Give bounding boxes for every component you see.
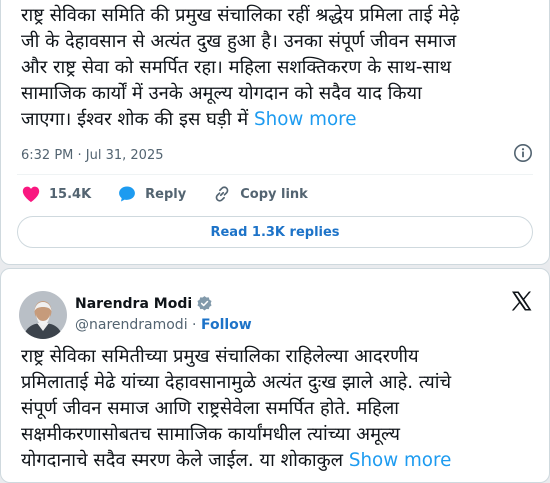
x-logo-icon[interactable] (509, 289, 533, 313)
separator-dot: · (192, 317, 197, 333)
tweet-text-line: प्रमिलाताई मेढे यांच्या देहावसानामुळे अत… (21, 372, 452, 393)
tweet-text-line: राष्ट्र सेविका समितीच्या प्रमुख संचालिका… (21, 346, 419, 367)
reply-button[interactable]: Reply (117, 184, 186, 204)
like-count: 15.4K (49, 186, 92, 202)
tweet-text-line: जी के देहावसान से अत्यंत दुख हुआ है। उनक… (21, 31, 457, 52)
reply-bubble-icon (119, 186, 136, 202)
author-name[interactable]: Narendra Modi (75, 295, 213, 312)
divider (17, 174, 533, 175)
show-more-link[interactable]: Show more (349, 450, 452, 471)
author-handle[interactable]: @narendramodi (75, 317, 188, 333)
tweet-card: राष्ट्र सेविका समिति की प्रमुख संचालिका … (0, 0, 550, 265)
show-more-link[interactable]: Show more (254, 109, 357, 130)
tweet-actions: 15.4K Reply Copy link (21, 183, 334, 205)
copy-link-label: Copy link (240, 186, 308, 202)
tweet-card: Narendra Modi @narendramodi · Follow राष… (0, 268, 550, 483)
tweet-text-line: और राष्ट्र सेवा को समर्पित रहा। महिला सश… (21, 57, 452, 78)
tweet-text-line: राष्ट्र सेविका समिति की प्रमुख संचालिका … (21, 5, 460, 26)
like-button[interactable]: 15.4K (21, 185, 91, 203)
tweet-text-line: सक्षमीकरणासोबतच सामाजिक कार्यांमधील त्या… (21, 424, 400, 445)
reply-label: Reply (145, 186, 187, 202)
copy-link-button[interactable]: Copy link (212, 184, 308, 204)
tweet-text: राष्ट्र सेविका समिति की प्रमुख संचालिका … (21, 3, 541, 133)
info-icon[interactable] (513, 143, 533, 163)
tweet-text-line: जाएगा। ईश्वर शोक की इस घड़ी में Show mor… (21, 109, 357, 130)
verified-badge-icon (197, 296, 212, 311)
tweet-text-line: संपूर्ण जीवन समाज आणि राष्ट्रसेवेला समर्… (21, 398, 400, 419)
tweet-text: राष्ट्र सेविका समितीच्या प्रमुख संचालिका… (21, 344, 541, 474)
read-replies-button[interactable]: Read 1.3K replies (17, 216, 533, 248)
tweet-text-line: सामाजिक कार्यों में उनके अमूल्य योगदान क… (21, 83, 422, 104)
avatar[interactable] (19, 291, 67, 339)
follow-button[interactable]: Follow (201, 317, 252, 333)
tweet-timestamp[interactable]: 6:32 PM · Jul 31, 2025 (21, 148, 164, 163)
author-handle-row: @narendramodi · Follow (75, 317, 252, 333)
link-icon (215, 186, 229, 202)
heart-icon (22, 186, 40, 203)
tweet-text-line: योगदानाचे सदैव स्मरण केले जाईल. या शोकाक… (21, 450, 452, 471)
